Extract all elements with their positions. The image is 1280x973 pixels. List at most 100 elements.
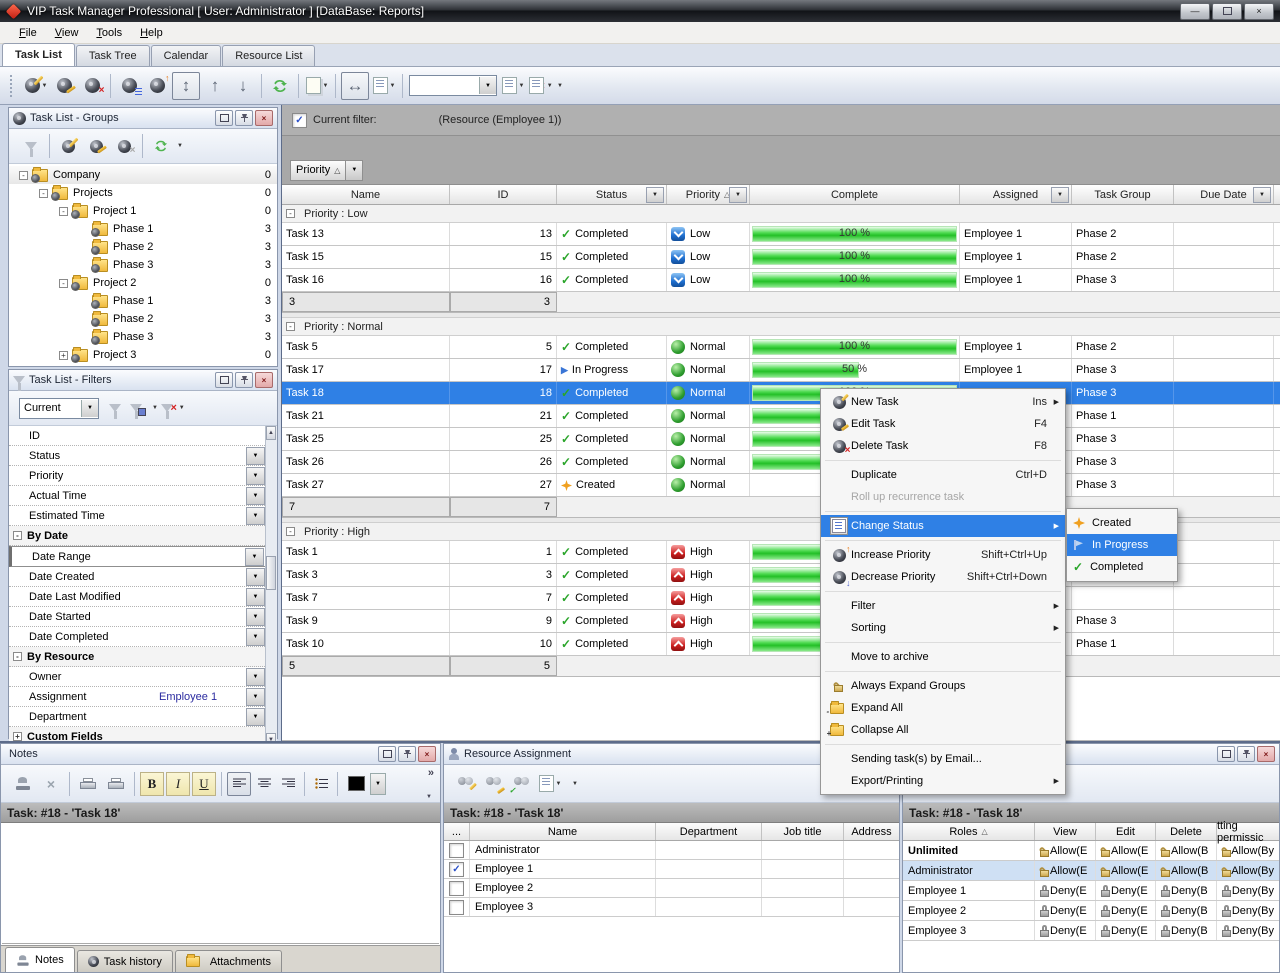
notes-panel-header[interactable]: Notes × [1,744,440,765]
column-header-setting-permissions[interactable]: tting permissic [1217,823,1279,840]
pin-panel-button[interactable] [235,372,253,388]
copy-button[interactable]: ▼ [304,73,330,99]
bullet-list-button[interactable] [310,773,332,795]
restore-panel-button[interactable] [215,110,233,126]
delete-note-button[interactable]: × [38,771,64,797]
table-row[interactable]: Task 1717 ▶In Progress Normal 50 % Emplo… [282,359,1280,382]
tree-item-phase-2[interactable]: Phase 23 [9,238,277,256]
save-filter-button[interactable]: ▼ [130,395,158,421]
tab-notes[interactable]: Notes [5,947,75,972]
resource-row[interactable]: ✓ Employee 1 [444,860,899,879]
table-row[interactable]: Task 1313 ✓Completed Low 100 % Employee … [282,223,1280,246]
scroll-up-icon[interactable]: ▲ [266,426,276,440]
tree-item-projects[interactable]: -Projects0 [9,184,277,202]
fit-columns-button[interactable]: ↔ [341,72,369,100]
filters-panel-header[interactable]: Task List - Filters × [9,370,277,391]
groups-panel-header[interactable]: Task List - Groups × [9,108,277,129]
filter-row-owner[interactable]: Owner▼ [9,667,277,687]
submenu-item-in-progress[interactable]: In Progress [1067,534,1177,556]
tab-calendar[interactable]: Calendar [151,45,222,66]
menu-item-filter[interactable]: Filter▶ [821,595,1065,617]
column-header-address[interactable]: Address [844,823,899,840]
table-row[interactable]: Task 2121 ✓Completed Normal 100 % Employ… [282,405,1280,428]
tree-item-phase-2[interactable]: Phase 23 [9,310,277,328]
align-right-button[interactable] [277,773,299,795]
save-view-button[interactable]: ▼ [500,73,526,99]
close-button[interactable]: × [1244,3,1274,20]
submenu-item-created[interactable]: Created [1067,512,1177,534]
table-row[interactable]: Task 55 ✓Completed Normal 100 % Employee… [282,336,1280,359]
align-center-button[interactable] [253,773,275,795]
resource-row[interactable]: Employee 3 [444,898,899,917]
dropdown-icon[interactable]: ▼ [246,467,265,485]
menu-help[interactable]: Help [131,24,172,42]
menu-view[interactable]: View [46,24,88,42]
filter-groups-button[interactable] [18,133,44,159]
edit-group-button[interactable] [83,133,109,159]
tree-item-phase-3[interactable]: Phase 33 [9,328,277,346]
column-header-id[interactable]: ID [450,185,557,204]
underline-button[interactable]: U [192,772,216,796]
dropdown-icon[interactable]: ▼ [246,628,265,646]
tab-task-tree[interactable]: Task Tree [76,45,150,66]
delete-view-button[interactable]: ×▼ [528,73,554,99]
menu-item-collapse-all[interactable]: +Collapse All [821,719,1065,741]
column-header-status[interactable]: Status▼ [557,185,667,204]
tree-item-project-1[interactable]: -Project 10 [9,202,277,220]
menu-file[interactable]: File [10,24,46,42]
dropdown-icon[interactable]: ▼ [246,588,265,606]
dropdown-icon[interactable]: ▼ [245,548,264,566]
new-group-button[interactable] [55,133,81,159]
group-by-chip[interactable]: Priority△ [290,160,346,181]
filter-row-date-created[interactable]: Date Created▼ [9,567,277,587]
filter-row-status[interactable]: Status▼ [9,446,277,466]
table-row[interactable]: Task 77 ✓Completed High 100 % Employee 1 [282,587,1280,610]
column-header-department[interactable]: Department [656,823,762,840]
tree-item-phase-1[interactable]: Phase 13 [9,292,277,310]
view-preset-combobox[interactable]: ▼ [409,75,497,96]
tree-item-phase-3[interactable]: Phase 33 [9,256,277,274]
permissions-row[interactable]: Employee 1 Deny(E Deny(E Deny(B Deny(By [903,881,1279,901]
filter-row-estimated-time[interactable]: Estimated Time▼ [9,506,277,526]
expand-rows-button[interactable]: ↕ [172,72,200,100]
column-header-job-title[interactable]: Job title [762,823,844,840]
group-header-low[interactable]: -Priority : Low [282,205,1280,223]
menu-item-decrease-priority[interactable]: ↓Decrease PriorityShift+Ctrl+Down [821,566,1065,588]
menu-item-send-by-email[interactable]: Sending task(s) by Email... [821,748,1065,770]
dropdown-icon[interactable]: ▼ [246,487,265,505]
column-header-complete[interactable]: Complete [750,185,960,204]
close-panel-button[interactable]: × [255,372,273,388]
menu-item-increase-priority[interactable]: ↑Increase PriorityShift+Ctrl+Up [821,544,1065,566]
menu-item-always-expand-groups[interactable]: Always Expand Groups [821,675,1065,697]
pin-panel-button[interactable] [235,110,253,126]
resource-toolbar-overflow-icon[interactable]: ▼ [572,781,578,787]
toolbar-overflow-icon[interactable]: » [428,767,434,779]
menu-tools[interactable]: Tools [87,24,131,42]
menu-item-expand-all[interactable]: -Expand All [821,697,1065,719]
filter-row-actual-time[interactable]: Actual Time▼ [9,486,277,506]
reports-button[interactable]: ▼ [371,73,397,99]
tree-item-phase-1[interactable]: Phase 13 [9,220,277,238]
column-header-edit[interactable]: Edit [1096,823,1156,840]
restore-panel-button[interactable] [378,746,396,762]
menu-item-change-status[interactable]: Change Status▶ [821,515,1065,537]
filter-group-by-date[interactable]: -By Date [9,526,277,546]
assign-resource-button[interactable] [453,771,479,797]
tree-item-project-2[interactable]: -Project 20 [9,274,277,292]
filter-row-date-last-modified[interactable]: Date Last Modified▼ [9,587,277,607]
column-header-assigned[interactable]: Assigned▼ [960,185,1072,204]
group-by-dropdown-icon[interactable]: ▼ [346,160,363,181]
filter-row-priority[interactable]: Priority▼ [9,466,277,486]
toolbar-overflow-icon[interactable]: ▼ [557,83,563,89]
filter-row-date-completed[interactable]: Date Completed▼ [9,627,277,647]
clear-filter-button[interactable]: ×▼ [160,395,186,421]
dropdown-icon[interactable]: ▼ [246,668,265,686]
apply-filter-button[interactable] [102,395,128,421]
submenu-item-completed[interactable]: ✓Completed [1067,556,1177,578]
current-filter-checkbox[interactable]: ✓ [292,113,307,128]
filter-row-department[interactable]: Department▼ [9,707,277,727]
new-task-button[interactable]: ▼ [23,73,49,99]
restore-panel-button[interactable] [215,372,233,388]
delete-group-button[interactable]: × [111,133,137,159]
dropdown-icon[interactable]: ▼ [246,507,265,525]
